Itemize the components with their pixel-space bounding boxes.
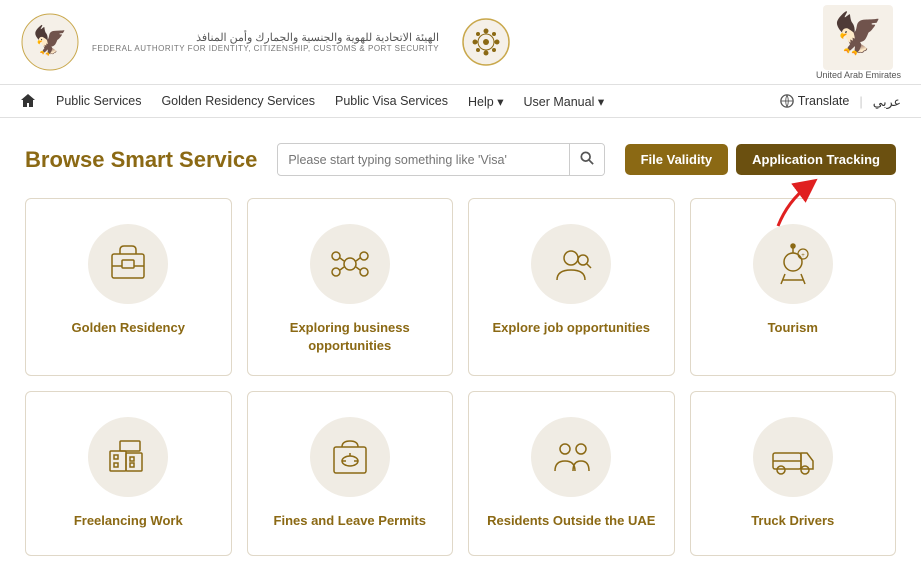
golden-residency-icon [104, 240, 152, 288]
page-header: 🦅 الهيئة الاتحادية للهوية والجنسية والجم… [0, 0, 921, 85]
header-emblem-area: 🦅 United Arab Emirates [816, 5, 901, 80]
service-label-fines-leave: Fines and Leave Permits [274, 512, 426, 530]
service-label-truck-drivers: Truck Drivers [751, 512, 834, 530]
nav-public-visa-services[interactable]: Public Visa Services [335, 94, 448, 108]
tourism-icon-circle: + [753, 224, 833, 304]
nav-arabic[interactable]: عربي [873, 94, 901, 109]
golden-residency-icon-circle [88, 224, 168, 304]
browse-title: Browse Smart Service [25, 147, 257, 173]
logo-arabic-text: الهيئة الاتحادية للهوية والجنسية والجمار… [92, 31, 439, 44]
service-card-fines-leave[interactable]: Fines and Leave Permits [247, 391, 454, 556]
freelancing-icon-circle [88, 417, 168, 497]
search-icon [580, 151, 594, 165]
business-icon [326, 240, 374, 288]
service-label-residents-outside: Residents Outside the UAE [487, 512, 655, 530]
service-card-exploring-business[interactable]: Exploring business opportunities [247, 198, 454, 376]
nav-right-items: Translate | عربي [780, 94, 901, 109]
service-label-freelancing: Freelancing Work [74, 512, 183, 530]
truck-drivers-icon-circle [753, 417, 833, 497]
eagle-logo-icon: 🦅 [20, 12, 80, 72]
residents-icon [547, 433, 595, 481]
svg-text:🦅: 🦅 [33, 23, 68, 57]
service-card-residents-outside[interactable]: Residents Outside the UAE [468, 391, 675, 556]
service-label-tourism: Tourism [768, 319, 818, 337]
browse-header-row: Browse Smart Service File Validity Appli… [25, 143, 896, 176]
residents-outside-icon-circle [531, 417, 611, 497]
service-label-golden-residency: Golden Residency [72, 319, 185, 337]
freelancing-icon [104, 433, 152, 481]
nav-help[interactable]: Help ▾ [468, 94, 503, 109]
service-card-explore-job[interactable]: Explore job opportunities [468, 198, 675, 376]
nav-golden-residency-services[interactable]: Golden Residency Services [161, 94, 315, 108]
nav-user-manual[interactable]: User Manual ▾ [523, 94, 604, 109]
header-logo-area: 🦅 الهيئة الاتحادية للهوية والجنسية والجم… [20, 12, 511, 72]
fines-icon [326, 433, 374, 481]
job-icon [547, 240, 595, 288]
svg-text:🦅: 🦅 [834, 9, 884, 56]
translate-icon [780, 94, 794, 108]
service-card-freelancing[interactable]: Freelancing Work [25, 391, 232, 556]
uae-emblem-icon: 🦅 [823, 5, 893, 70]
uae-label-text: United Arab Emirates [816, 70, 901, 80]
service-card-truck-drivers[interactable]: Truck Drivers [690, 391, 897, 556]
services-grid: Golden Residency Exploring business oppo… [25, 198, 896, 556]
logo-text-block: الهيئة الاتحادية للهوية والجنسية والجمار… [92, 31, 439, 53]
seal-icon [461, 17, 511, 67]
translate-label: Translate [798, 94, 850, 108]
file-validity-button[interactable]: File Validity [625, 144, 729, 175]
explore-job-icon-circle [531, 224, 611, 304]
nav-home[interactable] [20, 93, 36, 109]
service-card-tourism[interactable]: + Tourism [690, 198, 897, 376]
svg-text:+: + [801, 253, 805, 259]
service-label-explore-job: Explore job opportunities [493, 319, 650, 337]
nav-divider: | [859, 94, 862, 109]
search-container [277, 143, 604, 176]
service-card-golden-residency[interactable]: Golden Residency [25, 198, 232, 376]
search-button[interactable] [569, 144, 604, 175]
main-content: Browse Smart Service File Validity Appli… [0, 118, 921, 571]
truck-icon [769, 433, 817, 481]
exploring-business-icon-circle [310, 224, 390, 304]
fines-icon-circle [310, 417, 390, 497]
app-tracking-button[interactable]: Application Tracking [736, 144, 896, 175]
nav-public-services[interactable]: Public Services [56, 94, 141, 108]
home-icon [20, 93, 36, 109]
logo-english-text: FEDERAL AUTHORITY FOR IDENTITY, CITIZENS… [92, 44, 439, 53]
nav-left-items: Public Services Golden Residency Service… [20, 93, 604, 109]
service-label-exploring-business: Exploring business opportunities [263, 319, 438, 355]
tourism-icon: + [769, 240, 817, 288]
search-input[interactable] [278, 146, 568, 174]
action-buttons: File Validity Application Tracking [625, 144, 896, 175]
translate-button[interactable]: Translate [780, 94, 850, 108]
main-navbar: Public Services Golden Residency Service… [0, 85, 921, 118]
